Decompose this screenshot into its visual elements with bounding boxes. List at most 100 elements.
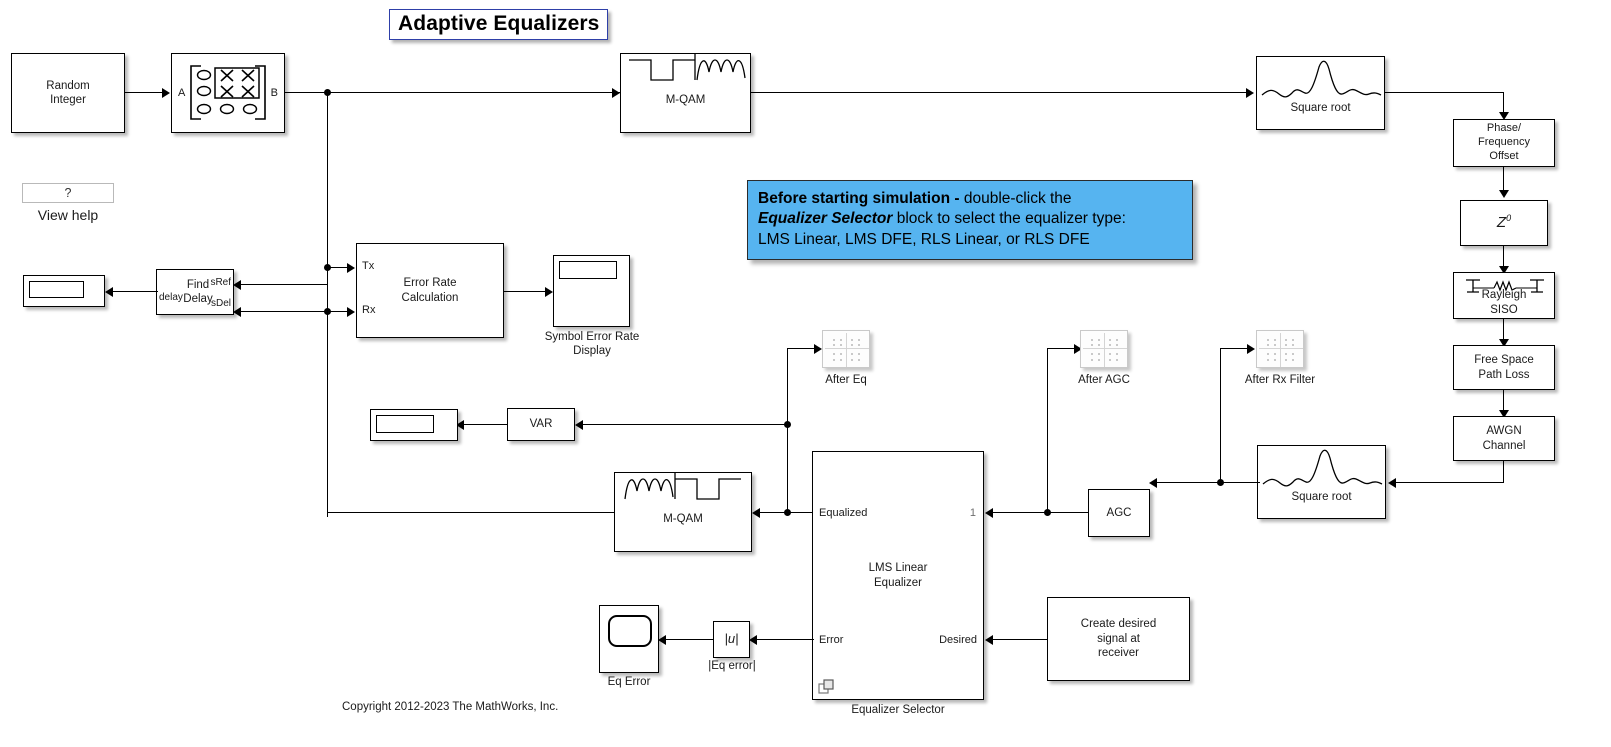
arrowhead-select-in [162,88,170,98]
const-grid-h [1083,348,1127,350]
display-ser-readout [559,261,617,279]
wire-rxfilter-to-agc [1152,482,1260,484]
block-error-rate-label: Error Rate Calculation [401,277,459,304]
block-abs-eq-error[interactable]: |u| [713,621,750,658]
arrowhead-mqam-demod-in [752,508,760,518]
block-equalizer-caption: Equalizer Selector [851,704,945,716]
scope-after-rx-filter-caption: After Rx Filter [1244,374,1316,386]
wire-rxfilter-scope-h [1220,348,1248,350]
wire-desired-in [988,639,1048,641]
wire-tx-into-errorrate [327,267,349,269]
wire-demod-to-rx [327,512,615,514]
wire-errorrate-to-serdisplay [504,291,547,293]
wire-pathloss-to-awgn [1503,390,1505,412]
port-label-desired: Desired [939,634,977,646]
block-z0-exponent: 0 [1506,213,1512,224]
block-matrix-select[interactable]: A B [171,53,285,133]
block-awgn-label: AWGN Channel [1482,425,1526,452]
block-error-rate-calculation[interactable]: Error Rate Calculation Tx Rx [356,243,504,338]
arrowhead-sdel-in [233,307,241,317]
block-rx-square-root-filter[interactable]: Square root [1257,445,1386,519]
arrowhead-eq-error-scope-in [658,635,666,645]
annotation-line-2: Equalizer Selector block to select the e… [758,209,1180,229]
port-label-error: Error [819,634,844,646]
arrowhead-var-in [575,420,583,430]
port-label-select-b: B [270,87,278,99]
wire-z0-to-rayleigh [1503,246,1505,268]
block-equalizer-label: LMS Linear Equalizer [868,562,928,589]
wire-txfilter-to-pfo-h [1385,92,1504,94]
block-agc[interactable]: AGC [1088,489,1150,537]
model-title-text: Adaptive Equalizers [398,12,600,35]
block-phase-frequency-offset[interactable]: Phase/ Frequency Offset [1453,119,1555,167]
wire-tx-branch-vertical [327,92,329,517]
wire-select-to-mqam [285,92,620,94]
arrowhead-z0-in [1499,190,1509,198]
annotation-line1-rest: double-click the [963,190,1072,207]
question-mark-icon: ? [64,186,72,200]
port-label-sref: sRef [210,277,231,288]
block-rayleigh-siso[interactable]: Rayleigh SISO [1453,272,1555,319]
block-mqam-modulator-label: M-QAM [665,93,706,106]
annotation-line2-rest: block to select the equalizer type: [892,210,1126,228]
wire-delay-to-display [112,291,158,293]
scope-eq-error[interactable] [599,605,659,673]
block-rayleigh-label: Rayleigh SISO [1481,289,1527,316]
wire-error-to-abs [756,639,814,641]
port-label-sdel: sDel [210,298,231,309]
annotation-line-1: Before starting simulation - double-clic… [758,189,1180,209]
block-rx-filter-label: Square root [1291,490,1352,503]
annotation-line2-bolditalic: Equalizer Selector [758,210,893,228]
arrowhead-rxfilter-in [1388,478,1396,488]
block-mqam-modulator[interactable]: M-QAM [620,53,751,133]
display-var-value[interactable] [370,409,458,441]
port-label-rx: Rx [362,304,376,316]
block-tx-square-root-filter[interactable]: Square root [1256,56,1385,130]
wire-pfo-to-z0 [1503,167,1505,192]
block-var[interactable]: VAR [507,408,575,441]
display-delay-value[interactable] [23,275,105,307]
wire-rx-to-sdel [240,311,328,313]
block-pathloss-label: Free Space Path Loss [1474,354,1534,381]
block-free-space-path-loss[interactable]: Free Space Path Loss [1453,345,1555,390]
display-var-readout [376,415,434,433]
arrowhead-errorrate-rx [347,307,355,317]
const-grid-v [1104,333,1106,367]
block-mqam-demodulator[interactable]: M-QAM [614,472,752,552]
arrowhead-desired-in [985,635,993,645]
block-find-delay[interactable]: Find Delay delay sRef sDel [156,269,234,315]
wire-rxfilter-scope-v [1220,348,1222,483]
variant-subsystem-badge-icon [818,679,834,694]
arrowhead-equalizer-port1 [985,508,993,518]
wire-awgn-down [1503,461,1505,483]
const-grid-v [1280,333,1282,367]
const-grid-h [1259,348,1303,350]
arrowhead-after-eq-scope [814,344,822,354]
block-random-integer[interactable]: Random Integer [11,53,125,133]
block-awgn-channel[interactable]: AWGN Channel [1453,416,1555,461]
wire-randint-to-select [125,92,163,94]
wire-txfilter-to-pfo-v [1503,92,1505,114]
scope-after-eq[interactable] [822,330,870,368]
display-symbol-error-rate[interactable] [553,255,630,327]
block-create-desired-signal[interactable]: Create desired signal at receiver [1047,597,1190,681]
port-label-delay: delay [159,292,183,303]
wire-mqam-to-txfilter [751,92,1246,94]
const-grid-h [825,348,869,350]
block-equalizer-selector[interactable]: LMS Linear Equalizer Equalized Error 1 D… [812,451,984,700]
view-help-button[interactable]: ? [22,183,114,203]
view-help-caption: View help [37,207,99,223]
model-title: Adaptive Equalizers [389,9,609,40]
scope-after-agc[interactable] [1080,330,1128,368]
block-abs-caption: |Eq error| [708,660,756,672]
scope-after-agc-caption: After AGC [1078,374,1130,386]
arrowhead-sref-in [233,280,241,290]
block-z0-base: Z [1496,214,1507,232]
block-var-label: VAR [529,418,553,431]
raised-cosine-icon-rx [1262,449,1383,487]
annotation-line-3: LMS Linear, LMS DFE, RLS Linear, or RLS … [758,230,1090,248]
scope-after-rx-filter[interactable] [1256,330,1304,368]
port-label-equalized: Equalized [819,507,868,519]
block-delay-z0[interactable]: Z0 [1460,200,1548,246]
arrowhead-agc-in [1149,478,1157,488]
